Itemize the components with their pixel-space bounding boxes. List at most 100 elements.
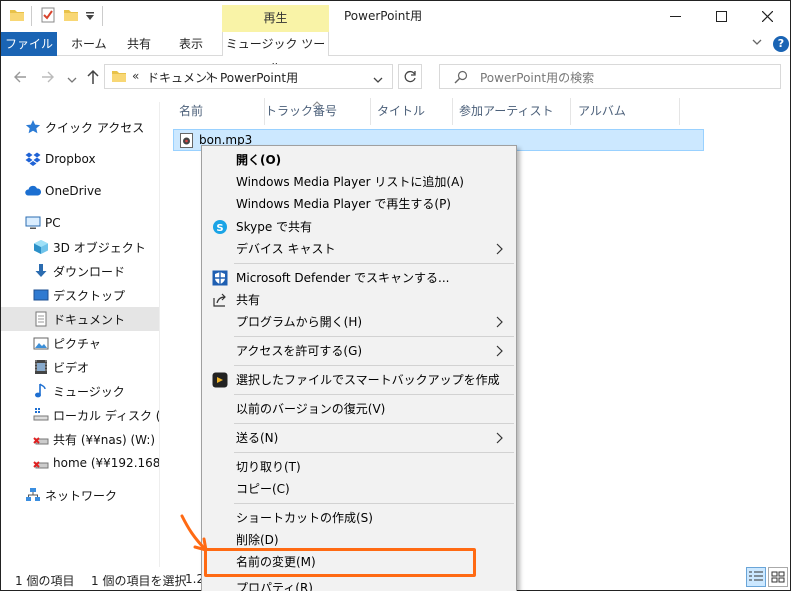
3d-objects-icon bbox=[33, 239, 49, 255]
quick-access-dropdown-icon[interactable] bbox=[85, 10, 95, 24]
tab-home[interactable]: ホーム bbox=[71, 32, 107, 56]
details-view-button[interactable] bbox=[746, 567, 766, 587]
menu-item-send-to[interactable]: 送る(N) bbox=[204, 427, 514, 449]
item-count: 1 個の項目 bbox=[15, 574, 75, 588]
cloud-icon bbox=[25, 183, 42, 199]
up-arrow-icon[interactable] bbox=[86, 69, 100, 88]
nav-item-share-nas[interactable]: 共有 (¥¥nas) (W:) bbox=[1, 427, 159, 451]
column-header-title[interactable]: タイトル bbox=[369, 98, 453, 125]
refresh-button[interactable] bbox=[398, 64, 422, 89]
address-row: « ドキュメント PowerPoint用 PowerPoint用の検索 bbox=[1, 57, 790, 98]
pane-divider[interactable] bbox=[159, 102, 160, 567]
selection-count: 1 個の項目を選択 bbox=[91, 574, 187, 588]
defender-shield-icon bbox=[212, 270, 228, 286]
breadcrumb-overflow[interactable]: « bbox=[132, 69, 139, 83]
menu-item-restore-previous-versions[interactable]: 以前のバージョンの復元(V) bbox=[204, 398, 514, 420]
dropbox-icon bbox=[25, 151, 41, 167]
menu-item-open-with[interactable]: プログラムから開く(H) bbox=[204, 311, 514, 333]
network-icon bbox=[25, 487, 41, 503]
pc-icon bbox=[25, 215, 41, 231]
nav-item-pc[interactable]: PC bbox=[1, 211, 159, 235]
nav-item-dropbox[interactable]: Dropbox bbox=[1, 147, 159, 171]
document-icon bbox=[33, 311, 49, 327]
submenu-arrow-icon bbox=[496, 344, 504, 358]
menu-item-copy[interactable]: コピー(C) bbox=[204, 478, 514, 500]
window-title: PowerPoint用 bbox=[344, 9, 423, 23]
menu-item-defender-scan[interactable]: Microsoft Defender でスキャンする... bbox=[204, 267, 514, 289]
nav-item-documents[interactable]: ドキュメント bbox=[1, 307, 159, 331]
tab-share[interactable]: 共有 bbox=[127, 32, 151, 56]
forward-arrow-icon[interactable] bbox=[41, 70, 55, 87]
tab-view[interactable]: 表示 bbox=[179, 32, 203, 56]
column-header-name[interactable]: 名前 bbox=[171, 98, 265, 125]
menu-item-smart-backup[interactable]: 選択したファイルでスマートバックアップを作成 bbox=[204, 369, 514, 391]
nav-item-pictures[interactable]: ピクチャ bbox=[1, 331, 159, 355]
menu-separator bbox=[234, 452, 514, 453]
drive-icon bbox=[33, 407, 49, 423]
properties-icon[interactable] bbox=[40, 7, 56, 26]
breadcrumb-powerpoint[interactable]: PowerPoint用 bbox=[220, 69, 298, 86]
address-bar[interactable]: « ドキュメント PowerPoint用 bbox=[104, 64, 393, 89]
menu-item-share-skype[interactable]: S Skype で共有 bbox=[204, 216, 514, 238]
back-arrow-icon[interactable] bbox=[13, 70, 27, 87]
recent-locations-icon[interactable] bbox=[67, 73, 77, 87]
large-icons-view-icon bbox=[771, 571, 785, 583]
expand-ribbon-icon[interactable] bbox=[751, 36, 763, 51]
menu-separator bbox=[234, 365, 514, 366]
close-button[interactable] bbox=[744, 1, 790, 32]
breadcrumb-separator-icon[interactable] bbox=[205, 70, 213, 85]
menu-separator bbox=[234, 423, 514, 424]
nav-item-network[interactable]: ネットワーク bbox=[1, 483, 159, 507]
menu-separator bbox=[234, 503, 514, 504]
nav-item-desktop[interactable]: デスクトップ bbox=[1, 283, 159, 307]
share-icon bbox=[212, 292, 228, 308]
help-icon[interactable]: ? bbox=[773, 36, 789, 52]
nav-item-quick-access[interactable]: クイック アクセス bbox=[1, 115, 159, 139]
audio-file-icon bbox=[180, 132, 193, 148]
menu-item-play-in-wmp[interactable]: Windows Media Player で再生する(P) bbox=[204, 193, 514, 215]
menu-item-give-access[interactable]: アクセスを許可する(G) bbox=[204, 340, 514, 362]
menu-item-share[interactable]: 共有 bbox=[204, 289, 514, 311]
folder-icon bbox=[111, 69, 127, 86]
tab-music-tools[interactable]: ミュージック ツール bbox=[222, 32, 329, 75]
menu-item-add-to-wmp-list[interactable]: Windows Media Player リストに追加(A) bbox=[204, 171, 514, 193]
title-bar: 再生 PowerPoint用 bbox=[1, 1, 790, 32]
navigation-pane: クイック アクセス Dropbox OneDrive PC 3D オブジェクト … bbox=[1, 102, 159, 567]
address-dropdown-icon[interactable] bbox=[373, 73, 383, 87]
context-menu: 開く(O) Windows Media Player リストに追加(A) Win… bbox=[201, 145, 517, 591]
column-header-contributing-artists[interactable]: 参加アーティスト bbox=[451, 98, 571, 125]
menu-item-open[interactable]: 開く(O) bbox=[204, 149, 514, 171]
large-icons-view-button[interactable] bbox=[768, 567, 788, 587]
submenu-arrow-icon bbox=[496, 242, 504, 256]
column-headers: 名前 トラック番号 タイトル 参加アーティスト アルバム bbox=[161, 98, 790, 125]
search-box[interactable]: PowerPoint用の検索 bbox=[439, 64, 781, 89]
annotation-arrow-icon bbox=[180, 514, 208, 552]
pictures-icon bbox=[33, 335, 49, 351]
minimize-button[interactable] bbox=[652, 1, 698, 32]
search-icon bbox=[454, 70, 468, 87]
column-header-track-number[interactable]: トラック番号 bbox=[257, 98, 371, 125]
nav-item-3d-objects[interactable]: 3D オブジェクト bbox=[1, 235, 159, 259]
nav-item-videos[interactable]: ビデオ bbox=[1, 355, 159, 379]
nav-item-music[interactable]: ミュージック bbox=[1, 379, 159, 403]
menu-item-cast-to-device[interactable]: デバイス キャスト bbox=[204, 238, 514, 260]
nav-item-local-disk[interactable]: ローカル ディスク (C:) bbox=[1, 403, 159, 427]
search-input[interactable]: PowerPoint用の検索 bbox=[480, 69, 594, 86]
column-header-album[interactable]: アルバム bbox=[570, 98, 680, 125]
submenu-arrow-icon bbox=[496, 431, 504, 445]
menu-item-properties[interactable]: プロパティ(R) bbox=[204, 577, 514, 591]
music-note-icon bbox=[33, 383, 49, 399]
context-tab-group-label: 再生 bbox=[222, 5, 329, 32]
menu-separator bbox=[234, 394, 514, 395]
maximize-button[interactable] bbox=[698, 1, 744, 32]
new-folder-icon[interactable] bbox=[63, 7, 79, 26]
tab-file[interactable]: ファイル bbox=[1, 32, 57, 56]
menu-separator bbox=[234, 263, 514, 264]
ribbon-tabs: ファイル ホーム 共有 表示 ミュージック ツール ? bbox=[1, 32, 790, 75]
nav-item-home-network[interactable]: home (¥¥192.168.1.4 bbox=[1, 451, 159, 475]
nav-item-onedrive[interactable]: OneDrive bbox=[1, 179, 159, 203]
details-view-icon bbox=[749, 571, 763, 581]
nav-item-downloads[interactable]: ダウンロード bbox=[1, 259, 159, 283]
menu-item-create-shortcut[interactable]: ショートカットの作成(S) bbox=[204, 507, 514, 529]
menu-item-cut[interactable]: 切り取り(T) bbox=[204, 456, 514, 478]
